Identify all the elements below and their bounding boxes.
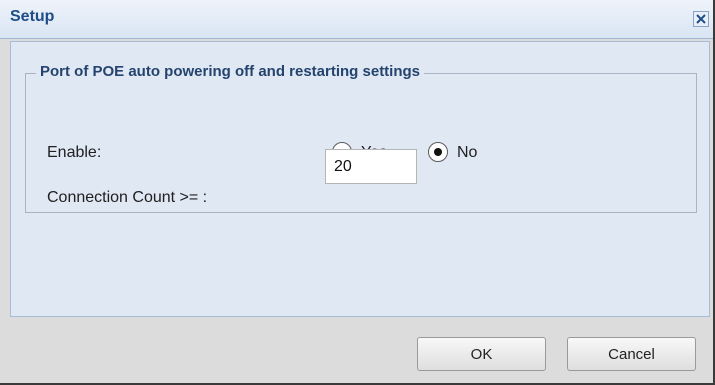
radio-no-label[interactable]: No xyxy=(457,144,477,162)
radio-no-selected-dot xyxy=(434,148,442,156)
connection-count-input[interactable] xyxy=(325,149,417,184)
dialog-title: Setup xyxy=(10,8,55,25)
radio-no[interactable] xyxy=(428,142,448,162)
ok-button[interactable]: OK xyxy=(417,337,546,371)
setup-dialog: Setup Port of POE auto powering off and … xyxy=(0,0,715,385)
fieldset-legend: Port of POE auto powering off and restar… xyxy=(36,63,425,80)
connection-count-label: Connection Count >= : xyxy=(47,189,208,206)
poe-settings-fieldset: Port of POE auto powering off and restar… xyxy=(25,63,697,213)
dialog-body: Port of POE auto powering off and restar… xyxy=(10,41,710,317)
enable-label: Enable: xyxy=(47,144,102,161)
dialog-titlebar[interactable]: Setup xyxy=(0,0,713,39)
close-button[interactable] xyxy=(693,11,709,27)
close-icon xyxy=(696,14,706,24)
cancel-button[interactable]: Cancel xyxy=(567,337,696,371)
